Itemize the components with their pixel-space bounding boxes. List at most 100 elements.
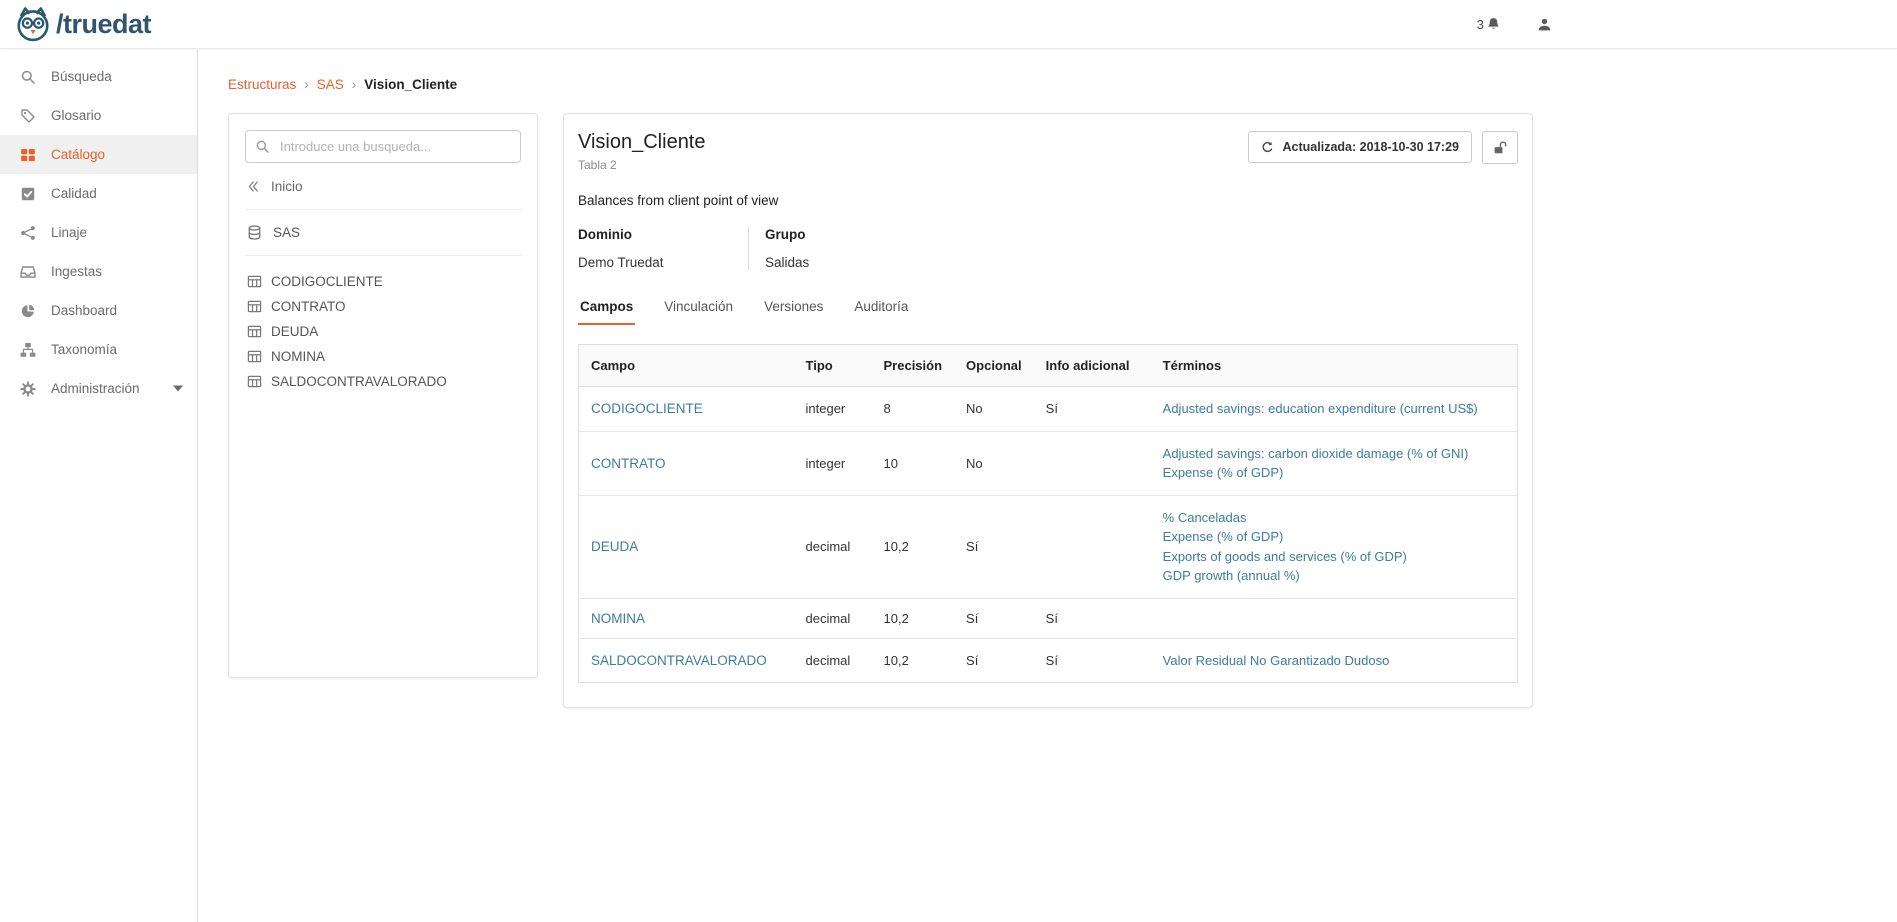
search-icon	[255, 139, 270, 154]
term-link[interactable]: Adjusted savings: carbon dioxide damage …	[1163, 444, 1505, 464]
column-header-tipo: Tipo	[794, 345, 872, 387]
field-link[interactable]: CODIGOCLIENTE	[591, 401, 703, 416]
field-additional-info: Sí	[1034, 598, 1151, 638]
sidebar-item-label: Ingestas	[51, 264, 102, 279]
breadcrumb-current: Vision_Cliente	[364, 77, 457, 92]
domain-block: Dominio Demo Truedat	[578, 227, 748, 270]
tree-table-item[interactable]: CONTRATO	[245, 294, 521, 319]
tree-search	[245, 130, 521, 163]
term-link[interactable]: GDP growth (annual %)	[1163, 566, 1505, 586]
tree-table-label: DEUDA	[271, 324, 318, 339]
term-link[interactable]: % Canceladas	[1163, 508, 1505, 528]
unlock-icon	[1493, 141, 1507, 155]
breadcrumb-link-sas[interactable]: SAS	[317, 77, 344, 92]
table-icon	[247, 324, 262, 339]
check-square-icon	[20, 186, 36, 202]
detail-heading: Vision_Cliente Tabla 2	[578, 131, 706, 172]
sidebar-item-glosario[interactable]: Glosario	[0, 96, 197, 135]
field-row: SALDOCONTRAVALORADOdecimal10,2SíSíValor …	[579, 638, 1518, 683]
field-type: decimal	[794, 495, 872, 598]
table-icon	[247, 349, 262, 364]
refresh-button[interactable]: Actualizada: 2018-10-30 17:29	[1248, 131, 1472, 163]
sidebar-item-calidad[interactable]: Calidad	[0, 174, 197, 213]
sidebar-item-label: Búsqueda	[51, 69, 112, 84]
sidebar-item-label: Catálogo	[51, 147, 105, 162]
tree-table-label: NOMINA	[271, 349, 325, 364]
sidebar-item-dashboard[interactable]: Dashboard	[0, 291, 197, 330]
term-link[interactable]: Expense (% of GDP)	[1163, 463, 1505, 483]
field-type: integer	[794, 387, 872, 432]
tree-search-input[interactable]	[245, 130, 521, 163]
tree-table-item[interactable]: DEUDA	[245, 319, 521, 344]
field-additional-info	[1034, 431, 1151, 495]
sidebar-item-busqueda[interactable]: Búsqueda	[0, 57, 197, 96]
term-link[interactable]: Expense (% of GDP)	[1163, 527, 1505, 547]
tree-table-label: CODIGOCLIENTE	[271, 274, 383, 289]
field-terms: Valor Residual No Garantizado Dudoso	[1151, 638, 1518, 683]
sidebar-item-linaje[interactable]: Linaje	[0, 213, 197, 252]
group-block: Grupo Salidas	[748, 227, 868, 270]
column-header-opcional: Opcional	[954, 345, 1034, 387]
tree-table-item[interactable]: NOMINA	[245, 344, 521, 369]
database-icon	[247, 225, 262, 240]
sidebar-item-label: Taxonomía	[51, 342, 117, 357]
breadcrumb-link-estructuras[interactable]: Estructuras	[228, 77, 296, 92]
tag-icon	[20, 108, 36, 124]
truedat-logo[interactable]: /truedat	[14, 5, 151, 43]
detail-tabs: Campos Vinculación Versiones Auditoría	[578, 293, 1518, 325]
gear-icon	[20, 381, 36, 397]
tree-root-label: SAS	[273, 225, 300, 240]
sidebar-item-administracion[interactable]: Administración	[0, 369, 197, 408]
grid-icon	[20, 147, 36, 163]
term-link[interactable]: Exports of goods and services (% of GDP)	[1163, 547, 1505, 567]
structure-detail-panel: Vision_Cliente Tabla 2	[563, 113, 1533, 708]
notifications-button[interactable]: 3	[1477, 17, 1501, 32]
field-type: integer	[794, 431, 872, 495]
sidebar-item-taxonomia[interactable]: Taxonomía	[0, 330, 197, 369]
confidentiality-button[interactable]	[1482, 131, 1518, 164]
domain-label: Dominio	[578, 227, 748, 242]
field-type: decimal	[794, 598, 872, 638]
field-terms: Adjusted savings: carbon dioxide damage …	[1151, 431, 1518, 495]
field-row: NOMINAdecimal10,2SíSí	[579, 598, 1518, 638]
tab-versiones[interactable]: Versiones	[762, 293, 825, 325]
tree-root-item[interactable]: SAS	[245, 210, 521, 256]
updated-label: Actualizada: 2018-10-30 17:29	[1283, 140, 1459, 154]
search-icon	[20, 69, 36, 85]
sidebar-item-label: Linaje	[51, 225, 87, 240]
sidebar-item-catalogo[interactable]: Catálogo	[0, 135, 197, 174]
breadcrumb-separator: ›	[352, 77, 357, 92]
field-row: DEUDAdecimal10,2Sí% CanceladasExpense (%…	[579, 495, 1518, 598]
field-precision: 8	[872, 387, 955, 432]
column-header-terminos: Términos	[1151, 345, 1518, 387]
field-additional-info: Sí	[1034, 638, 1151, 683]
field-link[interactable]: SALDOCONTRAVALORADO	[591, 653, 767, 668]
tab-auditoria[interactable]: Auditoría	[852, 293, 910, 325]
domain-value: Demo Truedat	[578, 255, 748, 270]
field-link[interactable]: CONTRATO	[591, 456, 666, 471]
tab-vinculacion[interactable]: Vinculación	[662, 293, 735, 325]
tree-table-item[interactable]: SALDOCONTRAVALORADO	[245, 369, 521, 394]
group-label: Grupo	[765, 227, 868, 242]
detail-actions: Actualizada: 2018-10-30 17:29	[1248, 131, 1518, 164]
field-link[interactable]: DEUDA	[591, 539, 638, 554]
field-optional: No	[954, 431, 1034, 495]
tree-back-label: Inicio	[271, 179, 303, 194]
sidebar: Búsqueda Glosario Catálogo Calidad Linaje Ing…	[0, 49, 198, 922]
sidebar-item-label: Glosario	[51, 108, 101, 123]
field-type: decimal	[794, 638, 872, 683]
sidebar-item-ingestas[interactable]: Ingestas	[0, 252, 197, 291]
field-link[interactable]: NOMINA	[591, 611, 645, 626]
term-link[interactable]: Valor Residual No Garantizado Dudoso	[1163, 651, 1505, 671]
share-icon	[20, 225, 36, 241]
user-menu-button[interactable]	[1537, 17, 1552, 32]
term-link[interactable]: Adjusted savings: education expenditure …	[1163, 399, 1505, 419]
angles-left-icon	[247, 180, 260, 193]
tab-campos[interactable]: Campos	[578, 293, 635, 325]
tree-back-link[interactable]: Inicio	[245, 163, 521, 210]
field-row: CODIGOCLIENTEinteger8NoSíAdjusted saving…	[579, 387, 1518, 432]
page-title: Vision_Cliente	[578, 131, 706, 154]
tree-table-item[interactable]: CODIGOCLIENTE	[245, 269, 521, 294]
tree-table-list: CODIGOCLIENTE CONTRATO DEUDA NOMINA SALDOCON…	[245, 269, 521, 394]
field-optional: No	[954, 387, 1034, 432]
